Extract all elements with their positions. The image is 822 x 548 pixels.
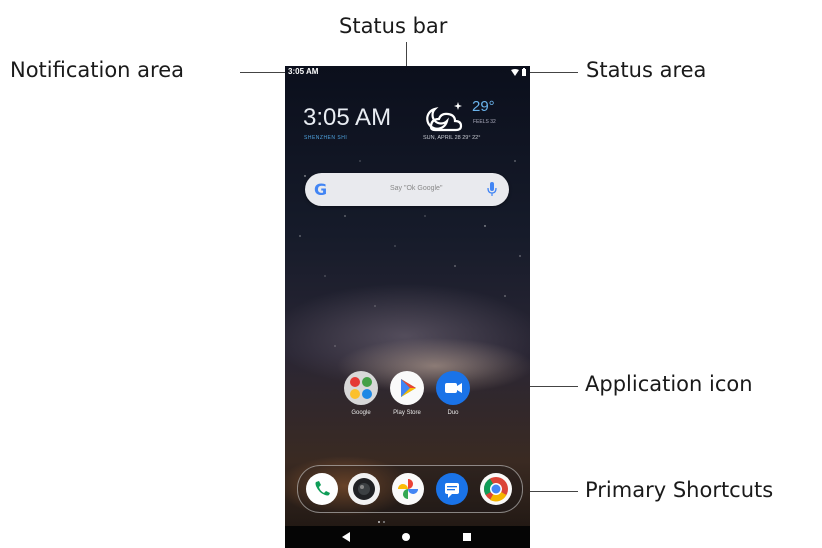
photos-icon[interactable]	[392, 473, 424, 505]
wifi-icon	[511, 68, 519, 76]
google-g-icon: G	[314, 180, 328, 199]
page-indicator	[378, 521, 385, 523]
play-store-icon	[390, 371, 424, 405]
status-bar-callout: Status bar	[339, 14, 448, 38]
date-label: SUN, APRIL 28 29° 22°	[423, 135, 481, 141]
notification-area-callout: Notification area	[10, 58, 184, 82]
messages-icon[interactable]	[436, 473, 468, 505]
weather-temp[interactable]: 29°	[472, 98, 495, 115]
camera-icon[interactable]	[348, 473, 380, 505]
app-google-folder[interactable]: Google	[339, 371, 383, 417]
recents-icon[interactable]	[463, 533, 471, 541]
status-area-callout: Status area	[586, 58, 707, 82]
search-placeholder: Say "Ok Google"	[390, 185, 443, 192]
primary-shortcuts-callout: Primary Shortcuts	[585, 478, 774, 502]
app-play-store[interactable]: Play Store	[385, 371, 429, 417]
clock-widget[interactable]: 3:05 AM	[303, 104, 391, 132]
status-area	[511, 68, 526, 76]
home-icon[interactable]	[402, 533, 410, 541]
app-label: Google	[351, 410, 371, 416]
phone-screen: 3:05 AM 3:05 AM SHENZHEN SHI 29° FEELS 3…	[285, 66, 530, 548]
app-duo[interactable]: Duo	[431, 371, 475, 417]
google-search-bar[interactable]: G Say "Ok Google"	[305, 173, 509, 206]
status-time: 3:05 AM	[288, 67, 319, 76]
app-label: Play Store	[393, 410, 421, 416]
battery-icon	[522, 68, 526, 76]
notification-area-callout-line	[240, 72, 286, 73]
app-label: Duo	[447, 410, 459, 416]
primary-shortcuts-callout-line	[522, 491, 578, 492]
clock-city: SHENZHEN SHI	[304, 135, 348, 141]
status-bar[interactable]: 3:05 AM	[285, 66, 530, 80]
weather-subtitle: FEELS 32	[473, 119, 496, 125]
google-folder-icon	[344, 371, 378, 405]
duo-icon	[436, 371, 470, 405]
primary-shortcuts-dock	[297, 465, 523, 513]
navigation-bar	[285, 526, 530, 548]
status-area-callout-line	[528, 72, 578, 73]
mic-icon[interactable]	[487, 181, 497, 197]
phone-icon[interactable]	[306, 473, 338, 505]
partly-cloudy-night-icon	[426, 102, 463, 132]
back-icon[interactable]	[342, 532, 350, 542]
chrome-icon[interactable]	[480, 473, 512, 505]
application-icon-callout: Application icon	[585, 372, 753, 396]
